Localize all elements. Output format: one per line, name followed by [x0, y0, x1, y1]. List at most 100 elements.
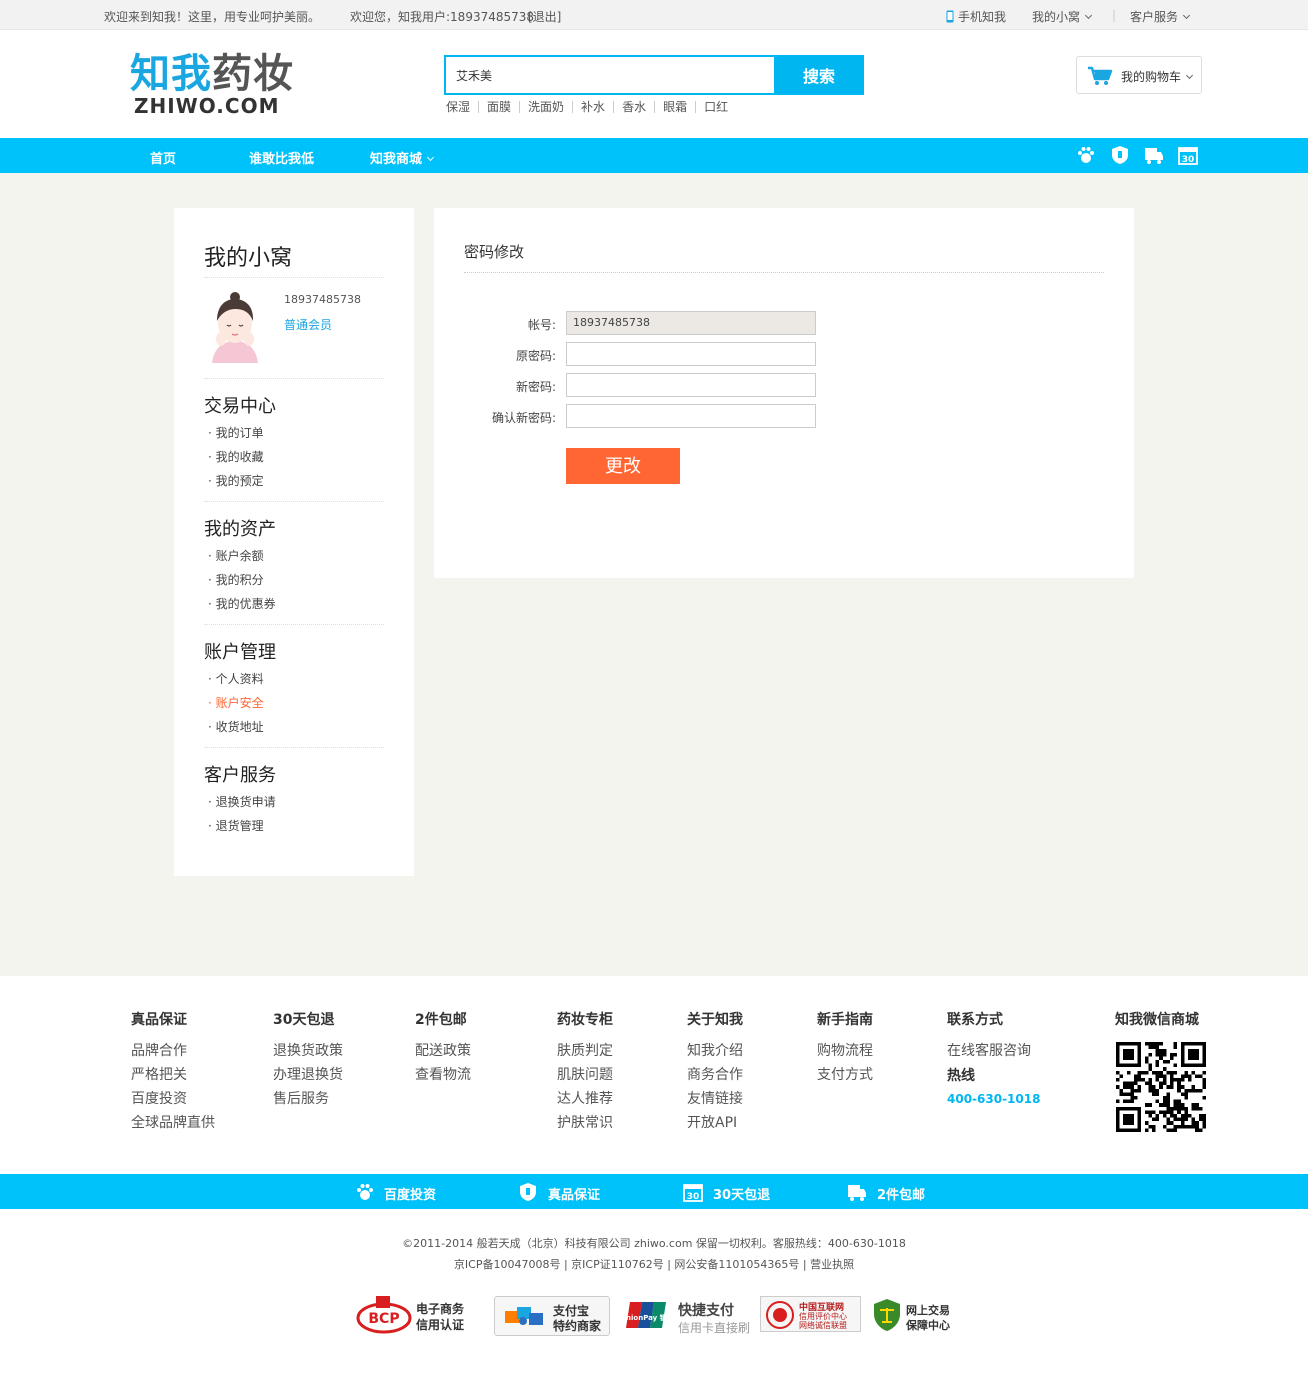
footer-link[interactable]: 达人推荐: [557, 1087, 613, 1111]
bar-item[interactable]: 百度投资: [384, 1184, 436, 1203]
my-nest-label: 我的小窝: [1032, 10, 1081, 24]
site-logo[interactable]: 知我药妆 ZHIWO.COM: [130, 51, 293, 118]
footer-column-title: 真品保证: [131, 1012, 187, 1028]
footer-link[interactable]: 知我介绍: [687, 1039, 743, 1063]
thirty-day-icon: 30: [1178, 147, 1198, 165]
panel-title: 密码修改: [464, 243, 525, 261]
sidebar-link[interactable]: · 我的订单: [208, 424, 264, 441]
quickpay-badge[interactable]: UnionPay 银联 快捷支付 信用卡直接刷: [626, 1296, 752, 1336]
bcp-badge[interactable]: BCP 电子商务 信用认证: [356, 1296, 476, 1336]
footer-link[interactable]: 支付方式: [817, 1063, 873, 1087]
chevron-down-icon: [426, 153, 435, 162]
footer-link[interactable]: 退换货政策: [273, 1039, 343, 1063]
trade-guard-badge[interactable]: 网上交易 保障中心: [872, 1296, 952, 1336]
hot-keyword[interactable]: 面膜: [478, 101, 519, 113]
account-label: 帐号:: [527, 318, 556, 332]
unionpay-logo-icon: UnionPay 银联: [626, 1302, 670, 1328]
sidebar-link[interactable]: · 我的预定: [208, 472, 264, 489]
footer-link[interactable]: 商务合作: [687, 1063, 743, 1087]
bcp-logo-text: BCP: [368, 1311, 399, 1327]
sidebar-link[interactable]: · 我的积分: [208, 571, 264, 588]
footer-link[interactable]: 严格把关: [131, 1063, 215, 1087]
badge-line: 特约商家: [553, 1319, 602, 1333]
footer-link[interactable]: 护肤常识: [557, 1111, 613, 1135]
divider: [204, 501, 384, 502]
baidu-icon: [1078, 147, 1094, 163]
qr-code-icon: [1116, 1042, 1206, 1132]
cart-button[interactable]: 我的购物车: [1076, 56, 1202, 94]
footer-link[interactable]: 购物流程: [817, 1039, 873, 1063]
chevron-down-icon: [1084, 11, 1093, 20]
badge-line: 信用卡直接刷: [678, 1321, 751, 1335]
credit-badge[interactable]: 中国互联网 信用评价中心 网络诚信联盟: [760, 1296, 861, 1332]
footer-column-title: 新手指南: [817, 1012, 873, 1028]
footer-link[interactable]: 查看物流: [415, 1063, 471, 1087]
footer-link[interactable]: 品牌合作: [131, 1039, 215, 1063]
hot-keyword[interactable]: 香水: [613, 101, 654, 113]
chevron-down-icon: [1182, 11, 1191, 20]
sidebar-link[interactable]: · 我的优惠券: [208, 595, 276, 612]
divider: [204, 624, 384, 625]
sidebar-link[interactable]: · 收货地址: [208, 718, 264, 735]
sidebar-link[interactable]: · 退换货申请: [208, 793, 276, 810]
wechat-title: 知我微信商城: [1115, 1012, 1199, 1028]
footer-link[interactable]: 百度投资: [131, 1087, 215, 1111]
avatar[interactable]: [204, 291, 266, 363]
my-nest-menu[interactable]: 我的小窝: [1032, 8, 1093, 25]
sidebar-link[interactable]: · 退货管理: [208, 817, 264, 834]
nav-mall[interactable]: 知我商城: [370, 148, 435, 167]
sidebar-link[interactable]: · 账户安全: [208, 694, 264, 711]
footer-link[interactable]: 开放API: [687, 1111, 743, 1135]
footer-link[interactable]: 售后服务: [273, 1087, 343, 1111]
service-menu[interactable]: 客户服务: [1130, 8, 1191, 25]
footer-link[interactable]: 在线客服咨询: [947, 1039, 1040, 1063]
sidebar-section-title: 账户管理: [204, 642, 276, 663]
sidebar: 我的小窝 18937485738 普通会员 交易中心 · 我的订单 · 我的收藏 · …: [174, 208, 414, 876]
old-password-input[interactable]: [566, 342, 816, 366]
badge-line: 保障中心: [906, 1319, 950, 1332]
free-shipping-icon: [848, 1185, 866, 1201]
nav-lowest[interactable]: 谁敢比我低: [249, 148, 314, 167]
guarantee-bar: 百度投资 真品保证 30 30天包退 2件包邮: [0, 1174, 1308, 1209]
hot-keyword[interactable]: 保湿: [446, 101, 478, 113]
new-password-input[interactable]: [566, 373, 816, 397]
hot-keyword[interactable]: 洗面奶: [519, 101, 572, 113]
mobile-link[interactable]: 手机知我: [946, 8, 1006, 25]
hot-keyword[interactable]: 眼霜: [654, 101, 695, 113]
search-button[interactable]: 搜索: [774, 55, 864, 95]
member-level[interactable]: 普通会员: [284, 316, 332, 333]
footer-column-title: 关于知我: [687, 1012, 743, 1028]
username: 18937485738: [284, 293, 361, 306]
unionpay-logo-text: UnionPay 银联: [626, 1313, 670, 1322]
logo-cn-a: 知我: [130, 51, 212, 97]
footer-column: 关于知我知我介绍 商务合作 友情链接 开放API: [687, 1009, 743, 1135]
submit-button[interactable]: 更改: [566, 448, 680, 484]
search-input[interactable]: [446, 57, 776, 93]
phone-icon: [946, 10, 954, 23]
footer-link[interactable]: 配送政策: [415, 1039, 471, 1063]
sidebar-link[interactable]: · 账户余额: [208, 547, 264, 564]
bar-item[interactable]: 30天包退: [713, 1184, 770, 1203]
hot-keywords: 保湿 面膜 洗面奶 补水 香水 眼霜 口红: [446, 100, 736, 114]
footer-link[interactable]: 全球品牌直供: [131, 1111, 215, 1135]
sidebar-link[interactable]: · 我的收藏: [208, 448, 264, 465]
footer-column-title: 30天包退: [273, 1012, 335, 1028]
nav-home[interactable]: 首页: [150, 148, 176, 167]
sidebar-section-title: 客户服务: [204, 765, 276, 786]
logo-en: ZHIWO.COM: [134, 94, 280, 118]
bar-item[interactable]: 真品保证: [548, 1184, 600, 1203]
footer-link[interactable]: 肤质判定: [557, 1039, 613, 1063]
hot-keyword[interactable]: 补水: [572, 101, 613, 113]
footer-link[interactable]: 办理退换货: [273, 1063, 343, 1087]
footer-link[interactable]: 肌肤问题: [557, 1063, 613, 1087]
cart-icon: [1088, 66, 1113, 85]
service-label: 客户服务: [1130, 10, 1179, 24]
alipay-badge[interactable]: 支付宝 特约商家: [494, 1296, 610, 1336]
bar-item[interactable]: 2件包邮: [877, 1184, 925, 1203]
footer-link[interactable]: 友情链接: [687, 1087, 743, 1111]
sidebar-link[interactable]: · 个人资料: [208, 670, 264, 687]
confirm-password-input[interactable]: [566, 404, 816, 428]
logout-link[interactable]: [退出]: [528, 8, 561, 25]
account-field: 18937485738: [566, 311, 816, 335]
hot-keyword[interactable]: 口红: [695, 101, 736, 113]
